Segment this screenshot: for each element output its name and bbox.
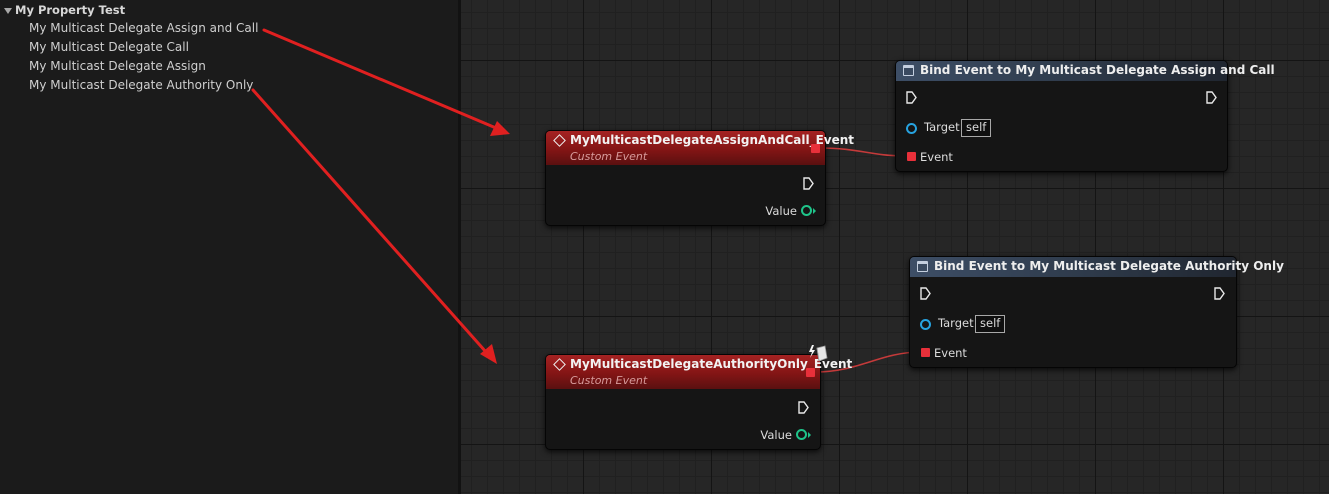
pin-arrow-icon bbox=[813, 208, 816, 214]
property-item[interactable]: My Multicast Delegate Assign bbox=[29, 57, 206, 75]
event-pin[interactable] bbox=[907, 152, 916, 161]
function-icon bbox=[903, 65, 914, 76]
diamond-icon bbox=[553, 358, 566, 371]
custom-event-node[interactable]: MyMulticastDelegateAssignAndCall_Event C… bbox=[545, 130, 854, 226]
target-pin[interactable] bbox=[906, 123, 917, 134]
lightning-box-icon bbox=[809, 345, 828, 362]
bind-event-node[interactable]: Bind Event to My Multicast Delegate Auth… bbox=[909, 256, 1284, 368]
category-title: My Property Test bbox=[15, 3, 126, 17]
collapse-triangle-icon[interactable] bbox=[4, 7, 12, 14]
function-icon bbox=[917, 261, 928, 272]
node-subtitle: Custom Event bbox=[570, 150, 648, 163]
exec-out-pin-icon[interactable] bbox=[803, 177, 814, 190]
details-panel: My Property Test My Multicast Delegate A… bbox=[0, 0, 461, 494]
exec-in-pin-icon[interactable] bbox=[906, 91, 917, 104]
pin-arrow-icon bbox=[808, 432, 811, 438]
target-pin-label: Target bbox=[924, 120, 960, 134]
node-title: Bind Event to My Multicast Delegate Assi… bbox=[920, 63, 1275, 77]
category-header[interactable]: My Property Test bbox=[4, 2, 125, 18]
value-pin-label: Value bbox=[760, 428, 792, 442]
target-value-field[interactable]: self bbox=[961, 119, 992, 137]
value-pin[interactable] bbox=[796, 429, 807, 440]
value-pin-label: Value bbox=[765, 204, 797, 218]
bind-event-node[interactable]: Bind Event to My Multicast Delegate Assi… bbox=[895, 60, 1275, 172]
node-header[interactable]: Bind Event to My Multicast Delegate Auth… bbox=[910, 257, 1284, 277]
property-item[interactable]: My Multicast Delegate Assign and Call bbox=[29, 19, 258, 37]
exec-out-pin-icon[interactable] bbox=[1206, 91, 1217, 104]
target-value-field[interactable]: self bbox=[975, 315, 1006, 333]
delegate-output-pin[interactable] bbox=[806, 368, 815, 377]
exec-out-pin-icon[interactable] bbox=[798, 401, 809, 414]
node-header[interactable]: MyMulticastDelegateAssignAndCall_Event C… bbox=[546, 131, 854, 165]
diamond-icon bbox=[553, 134, 566, 147]
event-pin-label: Event bbox=[934, 346, 967, 360]
exec-out-pin-icon[interactable] bbox=[1214, 287, 1225, 300]
node-title: Bind Event to My Multicast Delegate Auth… bbox=[934, 259, 1284, 273]
custom-event-node[interactable]: MyMulticastDelegateAuthorityOnly_Event C… bbox=[545, 354, 852, 450]
target-pin[interactable] bbox=[920, 319, 931, 330]
event-pin[interactable] bbox=[921, 348, 930, 357]
delegate-output-pin[interactable] bbox=[811, 144, 820, 153]
node-header[interactable]: MyMulticastDelegateAuthorityOnly_Event C… bbox=[546, 355, 852, 389]
target-pin-label: Target bbox=[938, 316, 974, 330]
node-header[interactable]: Bind Event to My Multicast Delegate Assi… bbox=[896, 61, 1275, 81]
property-item[interactable]: My Multicast Delegate Call bbox=[29, 38, 189, 56]
event-pin-label: Event bbox=[920, 150, 953, 164]
exec-in-pin-icon[interactable] bbox=[920, 287, 931, 300]
node-subtitle: Custom Event bbox=[570, 374, 648, 387]
value-pin[interactable] bbox=[801, 205, 812, 216]
property-item[interactable]: My Multicast Delegate Authority Only bbox=[29, 76, 253, 94]
